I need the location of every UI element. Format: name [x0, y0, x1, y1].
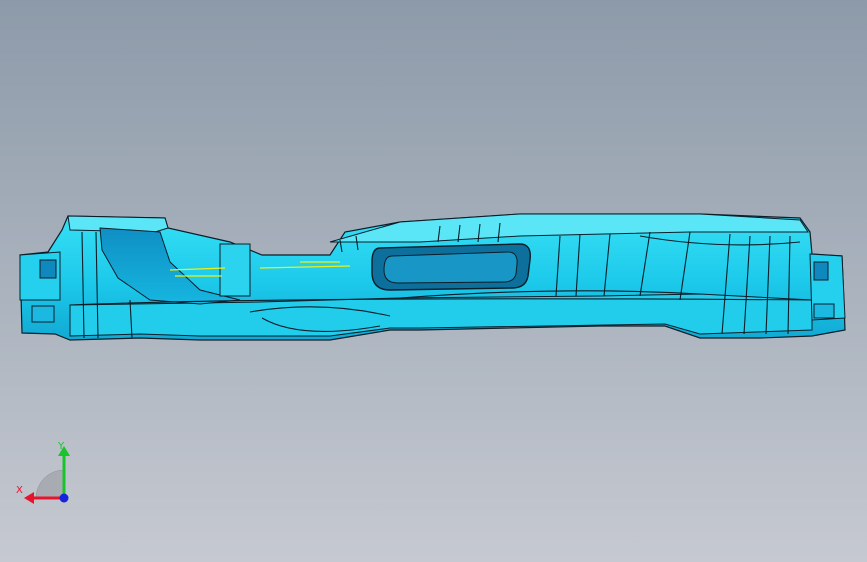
left-end-window	[39, 259, 57, 279]
left-bottom-clip	[31, 305, 55, 323]
triad-base-sector	[35, 469, 65, 499]
3d-viewport[interactable]: Y X	[0, 0, 867, 562]
x-axis-label: X	[16, 485, 23, 496]
right-end-window	[813, 261, 829, 281]
center-slot-inner	[383, 251, 518, 284]
y-axis-label: Y	[58, 441, 65, 452]
axis-triad: Y X	[14, 440, 78, 510]
z-axis-dot	[59, 493, 69, 503]
center-boss	[219, 243, 251, 297]
x-arrow-head	[24, 492, 34, 504]
cad-part-model[interactable]	[0, 0, 867, 562]
right-bottom-clip	[813, 303, 835, 319]
triad-graphic	[24, 446, 70, 504]
